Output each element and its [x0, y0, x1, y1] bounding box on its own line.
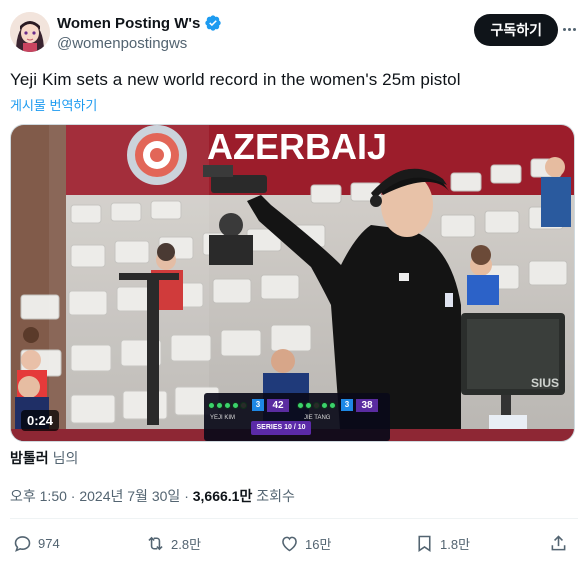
avatar[interactable]: [10, 12, 50, 52]
translate-post-link[interactable]: 게시물 번역하기: [10, 95, 97, 114]
note-suffix: 님의: [52, 450, 79, 466]
views-label: 조회수: [256, 488, 295, 504]
more-options-icon[interactable]: [560, 20, 578, 38]
verified-badge-icon: [204, 14, 222, 32]
subscribe-button[interactable]: 구독하기: [474, 14, 558, 46]
note-user[interactable]: 밤톨러: [10, 450, 49, 466]
p2-shot-dots: [297, 401, 336, 409]
p1-name: YEJI KIM: [210, 415, 236, 421]
banner-text: AZERBAIJ: [207, 126, 387, 167]
repost-icon: [148, 536, 163, 551]
like-count: 16만: [305, 537, 332, 552]
reply-button[interactable]: 974: [12, 533, 60, 554]
repost-button[interactable]: 2.8만: [145, 533, 201, 554]
post-time[interactable]: 오후 1:50: [10, 488, 67, 504]
heart-icon: [282, 536, 297, 552]
p1-shot-dots: [208, 401, 247, 409]
divider: [10, 518, 578, 519]
tweet-text: Yeji Kim sets a new world record in the …: [10, 70, 461, 89]
author-names: Women Posting W's @womenpostingws: [57, 14, 222, 52]
bookmark-button[interactable]: 1.8만: [414, 533, 470, 554]
share-button[interactable]: [548, 533, 569, 554]
scoreboard-row-p1: 3 42 3 38: [208, 398, 386, 412]
p2-score: 38: [356, 398, 378, 412]
video-duration: 0:24: [21, 410, 60, 431]
display-name[interactable]: Women Posting W's: [57, 15, 200, 32]
tweet-meta: 오후 1:50 · 2024년 7월 30일 · 3,666.1만 조회수: [10, 488, 295, 504]
post-date[interactable]: 2024년 7월 30일: [79, 488, 180, 504]
views-count: 3,666.1만: [192, 488, 253, 504]
p1-rank: 3: [252, 399, 264, 411]
share-icon: [551, 535, 566, 551]
video-player[interactable]: AZERBAIJ SIUS 3 42 3 38 YEJI KIM JIE TAN…: [10, 124, 575, 442]
p2-rank: 3: [341, 399, 353, 411]
tweet-header: Women Posting W's @womenpostingws 구독하기: [10, 12, 578, 56]
author-handle[interactable]: @womenpostingws: [57, 35, 222, 52]
bookmark-count: 1.8만: [440, 537, 471, 552]
series-indicator: SERIES 10 / 10: [251, 421, 311, 435]
monitor-text: SIUS: [531, 376, 559, 390]
bookmark-icon: [418, 535, 431, 552]
reply-icon: [14, 536, 31, 552]
community-note-attribution: 밤톨러 님의: [10, 448, 78, 468]
reply-count: 974: [38, 536, 60, 551]
p1-score: 42: [267, 398, 289, 412]
repost-count: 2.8만: [171, 537, 202, 552]
like-button[interactable]: 16만: [279, 533, 331, 554]
action-bar: 974 2.8만 16만 1.8만: [12, 533, 572, 559]
